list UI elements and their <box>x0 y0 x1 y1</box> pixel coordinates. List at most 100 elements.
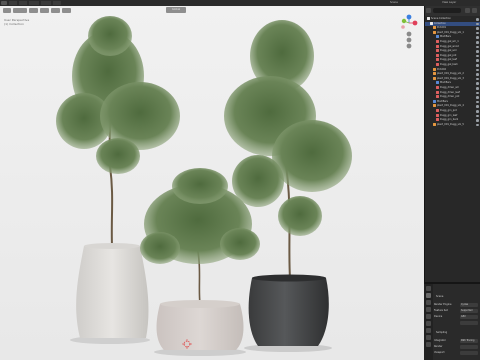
mesh-icon <box>433 72 436 76</box>
outliner-row-label: Dugg_gal_sm_1 <box>440 40 459 43</box>
output-tab-icon[interactable] <box>426 300 431 305</box>
outliner-row-label: Dugg_gal_soil <box>440 49 457 53</box>
zoom-icon <box>406 31 412 37</box>
visibility-eye-icon[interactable] <box>476 77 479 81</box>
blender-logo-icon[interactable] <box>1 1 7 5</box>
mesh-icon <box>433 76 436 80</box>
visibility-eye-icon[interactable] <box>476 18 479 21</box>
material-icon <box>436 109 439 112</box>
pan-icon <box>406 37 412 43</box>
visibility-eye-icon[interactable] <box>476 96 479 99</box>
menu-item-window[interactable] <box>41 1 51 5</box>
filter-icon[interactable] <box>465 8 470 13</box>
menu-item-file[interactable] <box>9 1 17 5</box>
outliner-row-label: plant_001_Dugg_sm_1 <box>437 30 464 34</box>
material-icon <box>436 44 439 48</box>
menu-item-help[interactable] <box>53 1 61 5</box>
material-icon <box>436 118 439 122</box>
visibility-eye-icon[interactable] <box>476 119 479 122</box>
outliner-row-label: plant_001_Dugg_sm_4 <box>437 104 464 108</box>
new-collection-icon[interactable] <box>472 8 477 13</box>
outliner-row[interactable]: plant_001_Dugg_sm_5 <box>425 122 480 128</box>
visibility-eye-icon[interactable] <box>476 41 479 44</box>
outliner-row-label: Dugg_dmsn_pot <box>440 95 460 99</box>
integrator-dropdown[interactable]: Path Tracing <box>460 338 478 343</box>
visibility-eye-icon[interactable] <box>476 82 479 85</box>
material-icon <box>436 53 439 57</box>
object-tab-icon[interactable] <box>426 328 431 333</box>
mesh-icon <box>433 67 436 71</box>
menu-item-render[interactable] <box>29 1 39 5</box>
visibility-eye-icon[interactable] <box>476 64 479 67</box>
open-shading-field[interactable] <box>460 320 478 325</box>
view-layer-selector[interactable]: View Layer <box>442 1 456 5</box>
outliner-row-label: Dugg_gal_leaf <box>440 58 457 62</box>
visibility-eye-icon[interactable] <box>476 87 479 90</box>
visibility-eye-icon[interactable] <box>476 50 479 53</box>
material-tab-icon[interactable] <box>426 342 431 347</box>
outliner-row-label: Dugg_dmsn_sm <box>440 86 459 89</box>
visibility-eye-icon[interactable] <box>476 110 479 113</box>
mesh-icon <box>433 26 436 30</box>
render-engine-dropdown[interactable]: Cycles <box>460 302 478 307</box>
material-icon <box>436 40 439 43</box>
scene-tab-icon[interactable] <box>426 314 431 319</box>
visibility-eye-icon[interactable] <box>476 68 479 72</box>
render-tab-icon[interactable] <box>426 293 431 298</box>
menu-item-edit[interactable] <box>19 1 27 5</box>
outliner-row-label: Pot.001 <box>437 26 447 30</box>
visibility-eye-icon[interactable] <box>476 105 479 108</box>
visibility-eye-icon[interactable] <box>476 91 479 95</box>
outliner-row-label: plant_001_Dugg_sm_3 <box>437 76 464 80</box>
view-layer-tab-icon[interactable] <box>426 307 431 312</box>
visibility-eye-icon[interactable] <box>476 73 479 76</box>
viewport-3d[interactable]: Global User Perspective (1) Collection <box>0 6 424 360</box>
viewport-samples-field[interactable] <box>460 350 478 355</box>
world-tab-icon[interactable] <box>426 321 431 326</box>
navigation-gizmo[interactable] <box>398 14 420 50</box>
material-icon <box>436 86 439 89</box>
outliner-row-label: Dugg_grn_bark <box>440 118 459 122</box>
material-icon <box>436 49 439 53</box>
display-mode-icon[interactable] <box>426 8 431 13</box>
visibility-eye-icon[interactable] <box>476 123 479 127</box>
feature-set-dropdown[interactable]: Supported <box>460 308 478 313</box>
render-samples-label: Render <box>434 345 443 348</box>
visibility-eye-icon[interactable] <box>476 45 479 49</box>
outliner-row-label: Dugg_gal_pot <box>440 53 457 57</box>
sampling-section-header[interactable]: Sampling <box>436 330 447 335</box>
collection-icon <box>427 17 430 20</box>
visibility-eye-icon[interactable] <box>476 59 479 62</box>
outliner-panel[interactable]: Scene Collection Collection Pot.001 plant_0… <box>424 6 480 282</box>
wrench-icon <box>433 99 436 103</box>
device-dropdown[interactable]: GPU <box>460 314 478 319</box>
outliner-row-label: Scene Collection <box>431 17 451 20</box>
modifier-tab-icon[interactable] <box>426 335 431 340</box>
visibility-eye-icon[interactable] <box>476 100 479 104</box>
visibility-eye-icon[interactable] <box>476 22 479 26</box>
outliner-row-label: Modifiers <box>440 81 451 85</box>
pot-white <box>76 246 149 338</box>
outliner-row-label: Modifiers <box>440 35 451 39</box>
visibility-eye-icon[interactable] <box>476 36 479 39</box>
outliner-search-input[interactable] <box>433 8 461 13</box>
visibility-eye-icon[interactable] <box>476 27 479 30</box>
scene-selector[interactable]: Scene <box>390 1 398 5</box>
camera-icon <box>406 43 412 49</box>
collection-icon <box>430 21 433 25</box>
render-samples-field[interactable] <box>460 344 478 349</box>
outliner-row-label: Dugg_gal_wood <box>440 44 459 48</box>
visibility-eye-icon[interactable] <box>476 54 479 58</box>
visibility-eye-icon[interactable] <box>476 31 479 35</box>
wrench-icon <box>436 35 439 39</box>
properties-tabs <box>424 284 433 360</box>
outliner-row-label: Modifiers <box>437 99 448 103</box>
properties-panel[interactable]: Scene Render Engine Cycles Feature Set S… <box>424 284 480 360</box>
outliner-row-label: plant_001_Dugg_sm_2 <box>437 72 464 76</box>
visibility-eye-icon[interactable] <box>476 114 479 118</box>
pot-dark <box>248 278 329 346</box>
outliner-row-label: Pot.002 <box>437 67 447 71</box>
outliner-row-label: Collection <box>434 21 446 25</box>
tool-tab-icon[interactable] <box>426 286 431 291</box>
viewport-samples-label: Viewport <box>434 351 445 354</box>
